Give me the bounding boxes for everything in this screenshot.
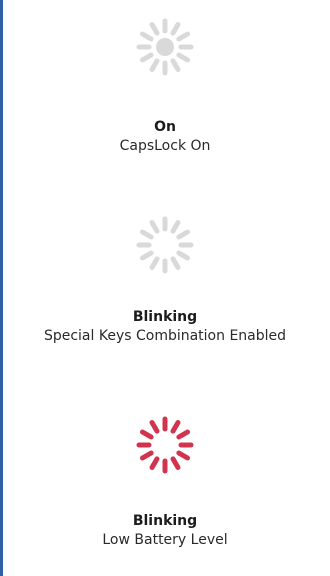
led-ray <box>176 429 191 440</box>
led-ray <box>170 419 181 434</box>
indicator-blinking-special-keys: Blinking Special Keys Combination Enable… <box>0 210 330 346</box>
led-ray <box>149 256 160 271</box>
led-ray <box>139 52 154 63</box>
led-ray <box>176 450 191 461</box>
led-ray <box>170 58 181 73</box>
led-ray <box>139 450 154 461</box>
indicator-description: Special Keys Combination Enabled <box>43 328 287 344</box>
led-ray <box>170 256 181 271</box>
led-ray <box>149 21 160 36</box>
led-ray <box>149 456 160 471</box>
led-center-dot <box>156 38 174 56</box>
led-ray <box>176 52 191 63</box>
led-on-icon <box>136 18 194 76</box>
led-ray <box>149 419 160 434</box>
led-ray <box>170 21 181 36</box>
led-ray <box>149 58 160 73</box>
led-ray <box>170 456 181 471</box>
led-ray <box>149 219 160 234</box>
indicator-description: Low Battery Level <box>102 532 228 548</box>
indicator-state-label: Blinking <box>132 513 198 529</box>
indicator-blinking-low-battery: Blinking Low Battery Level <box>0 410 330 550</box>
led-blinking-red-icon <box>136 416 194 474</box>
led-ray <box>176 229 191 240</box>
indicator-on: On CapsLock On <box>0 12 330 156</box>
led-ray <box>139 429 154 440</box>
indicator-description: CapsLock On <box>119 138 211 154</box>
led-ray <box>139 31 154 42</box>
indicator-state-label: On <box>154 119 176 135</box>
led-ray <box>139 229 154 240</box>
led-blinking-icon <box>136 216 194 274</box>
led-ray <box>139 250 154 261</box>
led-ray <box>176 250 191 261</box>
indicator-state-label: Blinking <box>132 309 198 325</box>
led-ray <box>170 219 181 234</box>
led-ray <box>176 31 191 42</box>
